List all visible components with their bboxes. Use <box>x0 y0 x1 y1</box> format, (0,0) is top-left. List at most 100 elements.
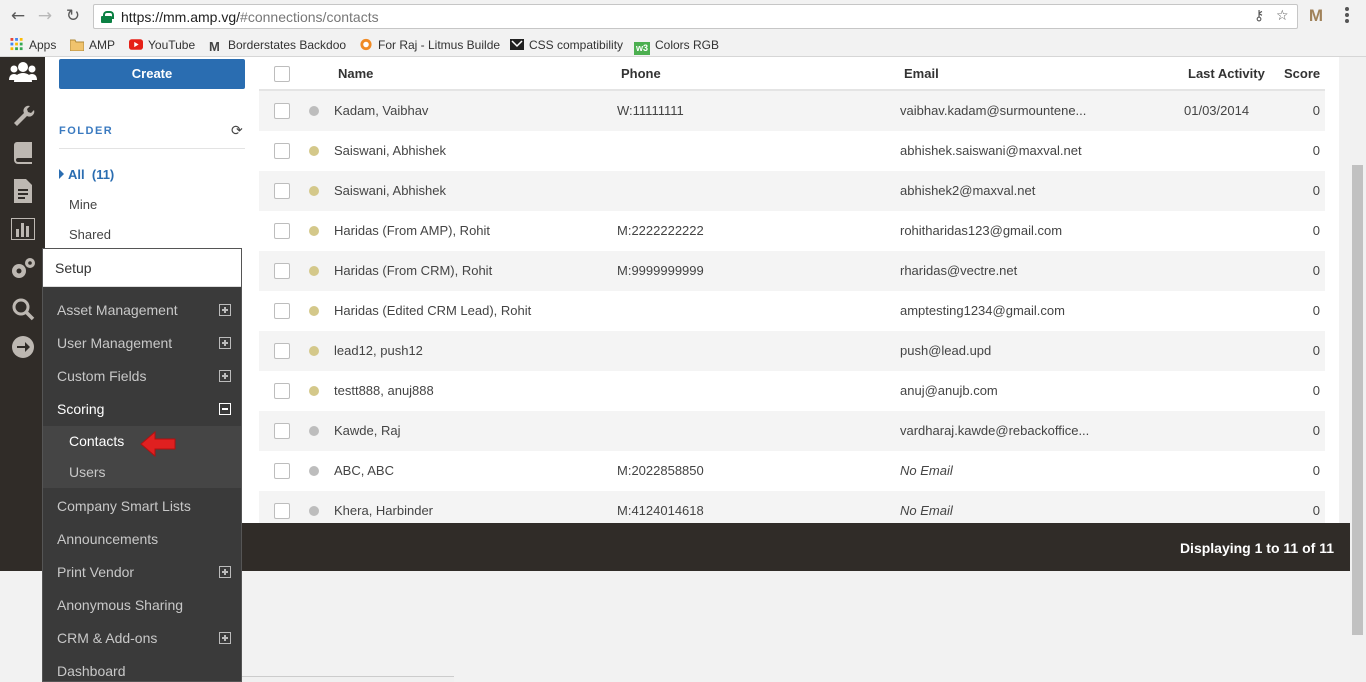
row-checkbox[interactable] <box>274 263 290 279</box>
row-checkbox[interactable] <box>274 303 290 319</box>
contact-name[interactable]: Haridas (Edited CRM Lead), Rohit <box>334 303 531 318</box>
table-row[interactable]: Kawde, Raj vardharaj.kawde@rebackoffice..… <box>259 411 1325 451</box>
setup-menu-item[interactable]: CRM & Add-ons <box>43 622 241 655</box>
setup-menu-item[interactable]: Print Vendor <box>43 556 241 589</box>
page-scrollbar-thumb[interactable] <box>1352 165 1363 635</box>
table-row[interactable]: Khera, Harbinder M:4124014618 No Email 0 <box>259 491 1325 523</box>
setup-menu-item[interactable]: Company Smart Lists <box>43 490 241 523</box>
rail-reports[interactable] <box>0 210 45 248</box>
forward-arrow-icon[interactable]: → <box>35 6 55 26</box>
contact-name[interactable]: Saiswani, Abhishek <box>334 183 446 198</box>
expand-plus-icon[interactable] <box>219 370 231 382</box>
apps-grid-icon <box>10 38 23 51</box>
rail-documents[interactable] <box>0 171 45 209</box>
status-dot <box>309 226 319 236</box>
star-icon[interactable]: ☆ <box>1276 8 1289 24</box>
setup-menu-item[interactable]: Asset Management <box>43 294 241 327</box>
browser-menu-icon[interactable] <box>1345 7 1349 25</box>
expand-plus-icon[interactable] <box>219 566 231 578</box>
create-button[interactable]: Create <box>59 59 245 89</box>
expand-plus-icon[interactable] <box>219 337 231 349</box>
contact-name[interactable]: testt888, anuj888 <box>334 383 434 398</box>
column-header-phone[interactable]: Phone <box>621 66 661 81</box>
bookmark-borderstates[interactable]: M Borderstates Backdoo <box>209 36 346 54</box>
contact-name[interactable]: lead12, push12 <box>334 343 423 358</box>
bookmark-apps[interactable]: Apps <box>10 36 56 54</box>
bookmark-amp[interactable]: AMP <box>70 36 115 54</box>
row-checkbox[interactable] <box>274 423 290 439</box>
table-row[interactable]: testt888, anuj888 anuj@anujb.com 0 <box>259 371 1325 411</box>
folder-item-shared[interactable]: Shared <box>69 227 111 242</box>
contact-name[interactable]: Haridas (From AMP), Rohit <box>334 223 490 238</box>
folder-item-mine[interactable]: Mine <box>69 197 97 212</box>
bookmark-colors-rgb[interactable]: w3 Colors RGB <box>634 36 719 55</box>
setup-menu-item[interactable]: Scoring <box>43 393 241 426</box>
setup-submenu-item[interactable]: Users <box>43 457 241 488</box>
column-header-last-activity[interactable]: Last Activity <box>1188 66 1265 81</box>
table-row[interactable]: Haridas (From CRM), Rohit M:9999999999 rha… <box>259 251 1325 291</box>
contact-name[interactable]: Kawde, Raj <box>334 423 400 438</box>
table-row[interactable]: ABC, ABC M:2022858850 No Email 0 <box>259 451 1325 491</box>
address-bar[interactable]: https://mm.amp.vg/#connections/contacts … <box>93 4 1298 29</box>
contact-name[interactable]: ABC, ABC <box>334 463 394 478</box>
table-row[interactable]: Saiswani, Abhishek abhishek.saiswani@maxv… <box>259 131 1325 171</box>
column-header-name[interactable]: Name <box>338 66 373 81</box>
contact-email: push@lead.upd <box>900 343 992 358</box>
status-bar <box>242 676 454 682</box>
table-row[interactable]: Saiswani, Abhishek abhishek2@maxval.net 0 <box>259 171 1325 211</box>
css-icon <box>510 39 524 50</box>
contact-name[interactable]: Haridas (From CRM), Rohit <box>334 263 492 278</box>
setup-menu-item-label: CRM & Add-ons <box>57 630 158 646</box>
column-header-score[interactable]: Score <box>1284 66 1320 81</box>
table-row[interactable]: Haridas (From AMP), Rohit M:2222222222 roh… <box>259 211 1325 251</box>
row-checkbox[interactable] <box>274 143 290 159</box>
rail-contacts[interactable] <box>0 57 45 95</box>
contact-score: 0 <box>1312 303 1320 318</box>
column-header-email[interactable]: Email <box>904 66 939 81</box>
table-row[interactable]: Kadam, Vaibhav W:11111111 vaibhav.kadam@su… <box>259 91 1325 131</box>
arrow-circle-right-icon <box>11 336 34 358</box>
setup-menu-item[interactable]: Anonymous Sharing <box>43 589 241 622</box>
setup-menu-item-label: Custom Fields <box>57 368 147 384</box>
select-all-checkbox[interactable] <box>274 66 290 82</box>
setup-menu-item[interactable]: Custom Fields <box>43 360 241 393</box>
setup-menu-item[interactable]: Announcements <box>43 523 241 556</box>
status-dot <box>309 346 319 356</box>
table-row[interactable]: lead12, push12 push@lead.upd 0 <box>259 331 1325 371</box>
contact-score: 0 <box>1312 183 1320 198</box>
rail-settings[interactable] <box>0 249 45 287</box>
contact-name[interactable]: Kadam, Vaibhav <box>334 103 428 118</box>
expand-plus-icon[interactable] <box>219 304 231 316</box>
row-checkbox[interactable] <box>274 383 290 399</box>
collapse-minus-icon[interactable] <box>219 403 231 415</box>
contact-name[interactable]: Khera, Harbinder <box>334 503 433 518</box>
back-arrow-icon[interactable]: ← <box>8 6 28 26</box>
setup-menu-item[interactable]: Dashboard <box>43 655 241 682</box>
bookmark-litmus[interactable]: For Raj - Litmus Builde <box>359 36 500 54</box>
row-checkbox[interactable] <box>274 223 290 239</box>
rail-library[interactable] <box>0 132 45 170</box>
rail-search[interactable] <box>0 289 45 327</box>
row-checkbox[interactable] <box>274 503 290 519</box>
rail-navigate[interactable] <box>0 327 45 365</box>
bookmark-css[interactable]: CSS compatibility <box>510 36 623 54</box>
contact-name[interactable]: Saiswani, Abhishek <box>334 143 446 158</box>
contact-phone: W:11111111 <box>617 103 684 118</box>
refresh-icon[interactable]: ⟳ <box>231 123 243 139</box>
reload-icon[interactable]: ↻ <box>63 6 83 26</box>
setup-menu-item[interactable]: User Management <box>43 327 241 360</box>
setup-menu-item-label: Print Vendor <box>57 564 135 580</box>
folder-item-all[interactable]: All (11) <box>59 167 114 182</box>
row-checkbox[interactable] <box>274 183 290 199</box>
extension-m-icon[interactable]: M <box>1306 6 1326 26</box>
row-checkbox[interactable] <box>274 103 290 119</box>
key-icon[interactable]: ⚷ <box>1254 8 1264 24</box>
setup-menu-header: Setup <box>43 249 241 287</box>
table-row[interactable]: Haridas (Edited CRM Lead), Rohit amptesti… <box>259 291 1325 331</box>
rail-tools[interactable] <box>0 94 45 132</box>
row-checkbox[interactable] <box>274 343 290 359</box>
row-checkbox[interactable] <box>274 463 290 479</box>
bookmark-youtube[interactable]: YouTube <box>129 36 195 54</box>
setup-menu-item-label: Announcements <box>57 531 159 547</box>
expand-plus-icon[interactable] <box>219 632 231 644</box>
